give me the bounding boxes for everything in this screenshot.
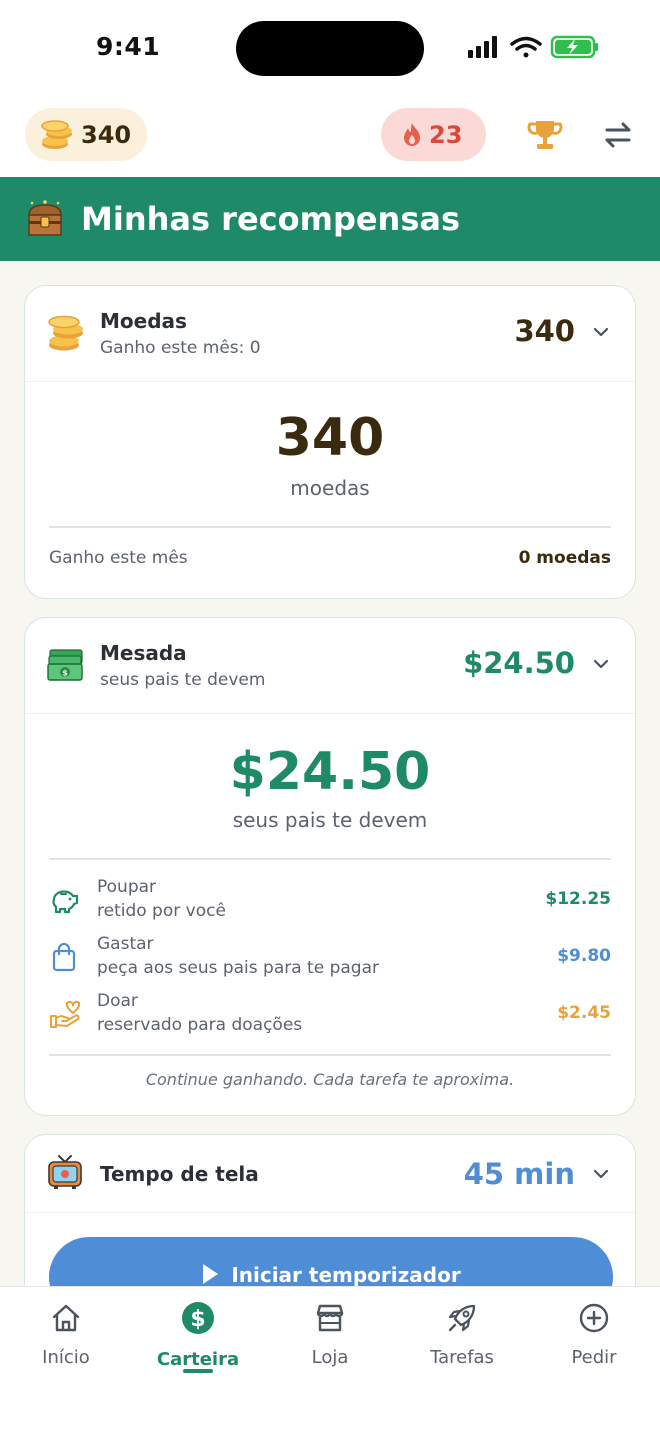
- tab-store[interactable]: Loja: [264, 1301, 396, 1368]
- status-time: 9:41: [96, 32, 161, 61]
- screen-time-title: Tempo de tela: [100, 1162, 259, 1186]
- split-name: Gastar: [97, 934, 154, 954]
- swap-icon[interactable]: [603, 120, 633, 150]
- flame-icon: [404, 122, 420, 146]
- svg-text:$: $: [62, 669, 68, 678]
- split-value: $2.45: [557, 1003, 611, 1023]
- page-title: Minhas recompensas: [81, 200, 461, 238]
- divider: [49, 858, 611, 860]
- plus-circle-icon: [579, 1303, 609, 1333]
- start-timer-label: Iniciar temporizador: [231, 1263, 461, 1287]
- split-value: $12.25: [545, 889, 611, 909]
- split-desc: retido por você: [97, 901, 226, 921]
- split-row-save: Poupar retido por você $12.25: [49, 877, 611, 927]
- allowance-card-title: Mesada: [100, 641, 187, 665]
- active-tab-indicator: [183, 1369, 213, 1373]
- rocket-icon: [448, 1304, 476, 1332]
- split-row-spend: Gastar peça aos seus pais para te pagar …: [49, 934, 611, 984]
- tab-bar: Início $ Carteira Loja Tarefas Pedir: [0, 1286, 660, 1434]
- streak-count: 23: [429, 120, 463, 149]
- allowance-card-header[interactable]: $ Mesada seus pais te devem $24.50: [25, 618, 635, 714]
- allowance-big-caption: seus pais te devem: [232, 808, 428, 832]
- status-bar: 9:41: [0, 0, 660, 96]
- dollar-icon: $: [182, 1302, 214, 1334]
- allowance-card-subtitle: seus pais te devem: [100, 670, 266, 690]
- allowance-big-value: $24.50: [229, 742, 431, 802]
- chevron-down-icon[interactable]: [593, 326, 609, 338]
- encouragement-note: Continue ganhando. Cada tarefa te aproxi…: [145, 1070, 515, 1089]
- money-stack-icon: $: [47, 649, 83, 681]
- signal-icon: [468, 36, 497, 58]
- coins-footer-value: 0 moedas: [518, 548, 611, 568]
- battery-icon: [550, 35, 598, 59]
- chevron-down-icon[interactable]: [593, 658, 609, 670]
- trophy-icon[interactable]: [527, 118, 563, 152]
- coins-big-value: 340: [275, 408, 385, 468]
- allowance-card: $ Mesada seus pais te devem $24.50 $24.5…: [24, 617, 636, 1116]
- tab-label: Pedir: [571, 1347, 617, 1368]
- tab-tasks[interactable]: Tarefas: [396, 1301, 528, 1368]
- tab-label: Loja: [311, 1347, 349, 1368]
- home-icon: [52, 1304, 80, 1332]
- split-value: $9.80: [557, 946, 611, 966]
- coins-icon: [48, 315, 83, 351]
- status-icons: [468, 35, 598, 59]
- split-desc: reservado para doações: [97, 1015, 303, 1035]
- coins-big-unit: moedas: [290, 476, 370, 500]
- tab-label: Carteira: [156, 1349, 240, 1370]
- piggy-bank-icon: [52, 890, 79, 914]
- coin-balance-pill[interactable]: 340: [25, 108, 147, 161]
- shopping-bag-icon: [52, 942, 76, 972]
- tab-home[interactable]: Início: [0, 1301, 132, 1368]
- tab-wallet[interactable]: $ Carteira: [132, 1301, 264, 1370]
- allowance-card-value: $24.50: [463, 646, 575, 680]
- split-row-donate: Doar reservado para doações $2.45: [49, 991, 611, 1041]
- coins-card-header[interactable]: Moedas Ganho este mês: 0 340: [25, 286, 635, 382]
- wifi-icon: [510, 36, 542, 58]
- divider: [49, 1054, 611, 1056]
- split-name: Doar: [97, 991, 138, 1011]
- screen-time-card-header[interactable]: Tempo de tela 45 min: [25, 1135, 635, 1213]
- split-name: Poupar: [97, 877, 157, 897]
- tab-label: Início: [42, 1347, 90, 1368]
- treasure-chest-icon: [28, 200, 62, 236]
- divider: [49, 526, 611, 528]
- tab-request[interactable]: Pedir: [528, 1301, 660, 1368]
- svg-text:$: $: [190, 1307, 205, 1332]
- chevron-down-icon[interactable]: [593, 1168, 609, 1180]
- screen-time-value: 45 min: [463, 1157, 575, 1191]
- top-bar: 340 23: [0, 96, 660, 177]
- coins-card: Moedas Ganho este mês: 0 340 340 moedas …: [24, 285, 636, 599]
- coin-balance: 340: [81, 120, 132, 149]
- play-icon: [203, 1264, 219, 1284]
- streak-pill[interactable]: 23: [381, 108, 486, 161]
- dynamic-island: [236, 21, 424, 76]
- coins-card-subtitle: Ganho este mês: 0: [100, 338, 261, 358]
- coins-card-value: 340: [514, 314, 575, 348]
- split-desc: peça aos seus pais para te pagar: [97, 958, 379, 978]
- coins-footer-label: Ganho este mês: [49, 548, 188, 568]
- tv-icon: [48, 1155, 82, 1189]
- page-header: Minhas recompensas: [0, 177, 660, 261]
- tab-label: Tarefas: [430, 1347, 494, 1368]
- coins-card-title: Moedas: [100, 309, 187, 333]
- heart-hand-icon: [50, 1000, 81, 1028]
- store-icon: [316, 1304, 344, 1332]
- coins-icon: [41, 119, 72, 149]
